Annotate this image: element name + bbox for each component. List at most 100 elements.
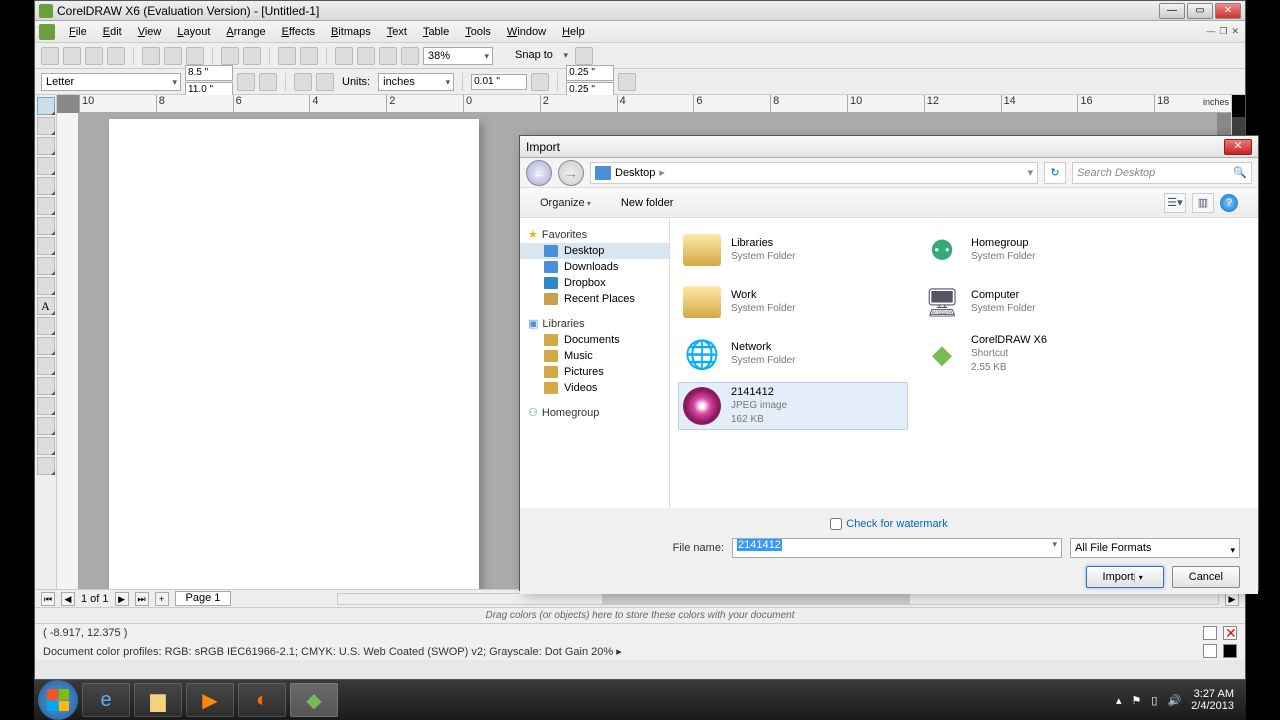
basic-shapes-tool-icon[interactable]: [37, 277, 55, 295]
tray-flag-icon[interactable]: ⚑: [1132, 694, 1142, 707]
shape-tool-icon[interactable]: [37, 117, 55, 135]
import-button[interactable]: Import▾: [1086, 566, 1164, 588]
redo-icon[interactable]: [243, 47, 261, 65]
nudge-input[interactable]: 0.01 ": [471, 74, 527, 90]
options-icon[interactable]: [401, 47, 419, 65]
organize-button[interactable]: Organize: [540, 197, 591, 209]
file-item[interactable]: LibrariesSystem Folder: [678, 226, 908, 274]
launch-icon[interactable]: [357, 47, 375, 65]
dimension-tool-icon[interactable]: [37, 337, 55, 355]
welcome-icon[interactable]: [379, 47, 397, 65]
clock[interactable]: 3:27 AM 2/4/2013: [1191, 688, 1234, 712]
menu-table[interactable]: Table: [415, 24, 457, 40]
nav-desktop[interactable]: Desktop: [520, 243, 669, 259]
open-icon[interactable]: [63, 47, 81, 65]
last-page-button[interactable]: ⏭: [135, 592, 149, 606]
smart-fill-tool-icon[interactable]: [37, 197, 55, 215]
file-item[interactable]: ⚉HomegroupSystem Folder: [918, 226, 1148, 274]
new-folder-button[interactable]: New folder: [621, 197, 674, 209]
color-swatch[interactable]: [1232, 95, 1245, 117]
zoom-tool-icon[interactable]: [37, 157, 55, 175]
taskbar-ie-icon[interactable]: e: [82, 683, 130, 717]
zoom-combo[interactable]: 38%: [423, 47, 493, 65]
menu-effects[interactable]: Effects: [274, 24, 323, 40]
next-page-button[interactable]: ▶: [115, 592, 129, 606]
taskbar-explorer-icon[interactable]: ▆: [134, 683, 182, 717]
polygon-tool-icon[interactable]: [37, 257, 55, 275]
doc-close-button[interactable]: ✕: [1231, 26, 1239, 37]
add-page-button[interactable]: +: [155, 592, 169, 606]
landscape-icon[interactable]: [259, 73, 277, 91]
taskbar-media-icon[interactable]: ▶: [186, 683, 234, 717]
taskbar-coreldraw-icon[interactable]: ◆: [290, 683, 338, 717]
undo-icon[interactable]: [221, 47, 239, 65]
pick-tool-icon[interactable]: [37, 97, 55, 115]
minimize-button[interactable]: —: [1159, 3, 1185, 19]
first-page-button[interactable]: ⏮: [41, 592, 55, 606]
menu-edit[interactable]: Edit: [95, 24, 130, 40]
snap-options-icon[interactable]: [575, 47, 593, 65]
fill-swatch[interactable]: [1203, 626, 1217, 640]
prev-page-button[interactable]: ◀: [61, 592, 75, 606]
back-button[interactable]: ←: [526, 160, 552, 186]
cut-icon[interactable]: [142, 47, 160, 65]
connector-tool-icon[interactable]: [37, 357, 55, 375]
duplicate-x-input[interactable]: 0.25 ": [566, 65, 614, 81]
file-item[interactable]: 🖥ComputerSystem Folder: [918, 278, 1148, 326]
portrait-icon[interactable]: [237, 73, 255, 91]
nav-documents[interactable]: Documents: [520, 332, 669, 348]
tray-network-icon[interactable]: ▯: [1151, 694, 1157, 707]
paste-icon[interactable]: [186, 47, 204, 65]
file-item[interactable]: ◆CorelDRAW X6Shortcut2.55 KB: [918, 330, 1148, 378]
maximize-button[interactable]: ▭: [1187, 3, 1213, 19]
nav-videos[interactable]: Videos: [520, 380, 669, 396]
publish-icon[interactable]: [335, 47, 353, 65]
taskbar-firefox-icon[interactable]: ◐: [238, 683, 286, 717]
file-item[interactable]: 2141412JPEG image162 KB: [678, 382, 908, 430]
forward-button[interactable]: →: [558, 160, 584, 186]
snap-combo[interactable]: Snap to: [511, 47, 571, 65]
breadcrumb[interactable]: Desktop ▸ ▾: [590, 162, 1038, 184]
freehand-tool-icon[interactable]: [37, 177, 55, 195]
search-input[interactable]: Search Desktop 🔍: [1072, 162, 1252, 184]
rectangle-tool-icon[interactable]: [37, 217, 55, 235]
ellipse-tool-icon[interactable]: [37, 237, 55, 255]
watermark-label[interactable]: Check for watermark: [846, 518, 947, 530]
outline-tool-icon[interactable]: [37, 417, 55, 435]
horizontal-scrollbar[interactable]: [337, 593, 1219, 605]
nav-recent-places[interactable]: Recent Places: [520, 291, 669, 307]
menu-layout[interactable]: Layout: [169, 24, 218, 40]
duplicate-options-icon[interactable]: [618, 73, 636, 91]
print-icon[interactable]: [107, 47, 125, 65]
no-fill-swatch[interactable]: ✕: [1223, 626, 1237, 640]
start-button[interactable]: [38, 680, 78, 720]
current-page-icon[interactable]: [316, 73, 334, 91]
menu-bitmaps[interactable]: Bitmaps: [323, 24, 379, 40]
refresh-button[interactable]: ↻: [1044, 162, 1066, 184]
interactive-tool-icon[interactable]: [37, 377, 55, 395]
doc-minimize-button[interactable]: —: [1206, 26, 1215, 37]
nav-pictures[interactable]: Pictures: [520, 364, 669, 380]
all-pages-icon[interactable]: [294, 73, 312, 91]
help-icon[interactable]: ?: [1220, 194, 1238, 212]
tray-up-icon[interactable]: ▴: [1116, 694, 1122, 707]
nav-downloads[interactable]: Downloads: [520, 259, 669, 275]
new-icon[interactable]: [41, 47, 59, 65]
units-combo[interactable]: inches: [378, 73, 454, 91]
import-icon[interactable]: [278, 47, 296, 65]
view-mode-button[interactable]: ☰▾: [1164, 193, 1186, 213]
watermark-checkbox[interactable]: [830, 518, 842, 530]
file-item[interactable]: 🌐NetworkSystem Folder: [678, 330, 908, 378]
interactive-fill-tool-icon[interactable]: [37, 457, 55, 475]
preview-pane-button[interactable]: ▥: [1192, 193, 1214, 213]
close-button[interactable]: ✕: [1215, 3, 1241, 19]
menu-file[interactable]: File: [61, 24, 95, 40]
outline-swatch[interactable]: [1203, 644, 1217, 658]
page-tab[interactable]: Page 1: [175, 591, 232, 606]
menu-window[interactable]: Window: [499, 24, 554, 40]
doc-restore-button[interactable]: ❐: [1219, 26, 1227, 37]
menu-tools[interactable]: Tools: [457, 24, 499, 40]
crop-tool-icon[interactable]: [37, 137, 55, 155]
menu-text[interactable]: Text: [379, 24, 415, 40]
save-icon[interactable]: [85, 47, 103, 65]
